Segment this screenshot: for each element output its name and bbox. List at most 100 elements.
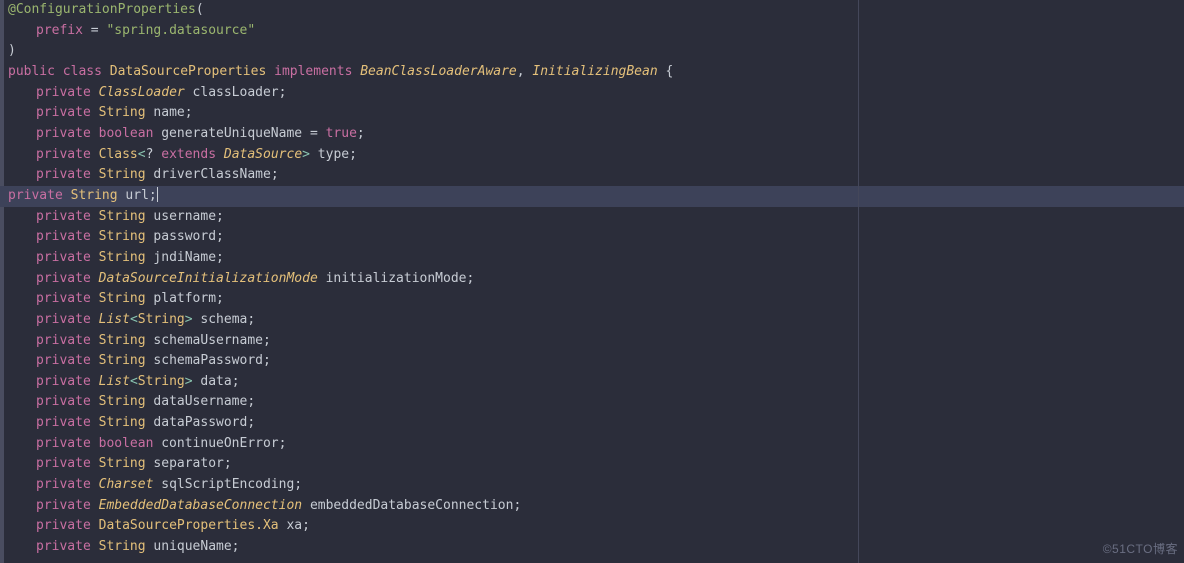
code-line[interactable]: private boolean continueOnError; [8, 434, 1184, 455]
token-angle: > [185, 312, 193, 327]
token-classn: String [99, 167, 146, 182]
token-key: private [36, 209, 99, 224]
token-class: List [99, 312, 130, 327]
editor-gutter [0, 0, 4, 563]
token-plain: ) [8, 43, 16, 58]
token-key: implements [274, 64, 360, 79]
token-class: ClassLoader [99, 85, 185, 100]
code-line[interactable]: private String dataPassword; [8, 413, 1184, 434]
token-plain: initializationMode; [318, 271, 475, 286]
code-line[interactable]: private String platform; [8, 289, 1184, 310]
code-editor[interactable]: @ConfigurationProperties(prefix = "sprin… [8, 0, 1184, 558]
token-angle: < [130, 374, 138, 389]
code-line[interactable]: private Class<? extends DataSource> type… [8, 145, 1184, 166]
token-plain: dataPassword; [146, 415, 256, 430]
token-plain: schema; [193, 312, 256, 327]
token-key: private [36, 456, 99, 471]
token-key: private [36, 229, 99, 244]
token-plain: { [658, 64, 674, 79]
token-classn: String [99, 250, 146, 265]
token-classn: String [99, 333, 146, 348]
code-line[interactable]: private String username; [8, 207, 1184, 228]
token-plain: separator; [146, 456, 232, 471]
token-key: private [36, 167, 99, 182]
token-key: private [36, 353, 99, 368]
token-class: EmbeddedDatabaseConnection [99, 498, 303, 513]
token-classn: String [99, 539, 146, 554]
code-line[interactable]: private List<String> schema; [8, 310, 1184, 331]
token-key: private [36, 105, 99, 120]
token-bool: true [326, 126, 357, 141]
token-classn: String [99, 291, 146, 306]
token-classn: DataSourceProperties [110, 64, 274, 79]
token-key: private [36, 147, 99, 162]
token-plain: name; [146, 105, 193, 120]
code-line[interactable]: @ConfigurationProperties( [8, 0, 1184, 21]
code-line[interactable]: private String name; [8, 103, 1184, 124]
token-angle: < [138, 147, 146, 162]
token-plain: schemaUsername; [146, 333, 271, 348]
token-key: private [36, 250, 99, 265]
token-classn: DataSourceProperties.Xa [99, 518, 279, 533]
token-key: private [36, 394, 99, 409]
token-key: extends [161, 147, 224, 162]
token-key: private [36, 312, 99, 327]
token-key: private [8, 188, 71, 203]
token-classn: String [99, 415, 146, 430]
code-line[interactable]: private String uniqueName; [8, 537, 1184, 558]
token-angle: > [185, 374, 193, 389]
token-plain: schemaPassword; [146, 353, 271, 368]
token-class: BeanClassLoaderAware [360, 64, 517, 79]
token-key: private [36, 333, 99, 348]
code-line[interactable]: prefix = "spring.datasource" [8, 21, 1184, 42]
token-classn: String [71, 188, 118, 203]
token-plain: sqlScriptEncoding; [153, 477, 302, 492]
token-classn: String [99, 105, 146, 120]
watermark: ©51CTO博客 [1103, 539, 1178, 560]
token-key: private [36, 518, 99, 533]
token-class: DataSource [224, 147, 302, 162]
code-line[interactable]: private DataSourceProperties.Xa xa; [8, 516, 1184, 537]
code-line[interactable]: private ClassLoader classLoader; [8, 83, 1184, 104]
token-classn: String [99, 353, 146, 368]
token-plain: type; [310, 147, 357, 162]
token-str: "spring.datasource" [106, 23, 255, 38]
code-line[interactable]: private String schemaUsername; [8, 331, 1184, 352]
token-plain: username; [146, 209, 224, 224]
token-key: private [36, 85, 99, 100]
token-plain: uniqueName; [146, 539, 240, 554]
code-line[interactable]: private Charset sqlScriptEncoding; [8, 475, 1184, 496]
token-plain: ; [357, 126, 365, 141]
token-plain: password; [146, 229, 224, 244]
code-line[interactable]: ) [8, 41, 1184, 62]
code-line[interactable]: private String separator; [8, 454, 1184, 475]
token-plain: ( [196, 2, 204, 17]
code-line[interactable]: private List<String> data; [8, 372, 1184, 393]
token-plain: url; [118, 188, 157, 203]
code-line[interactable]: private String dataUsername; [8, 392, 1184, 413]
code-line[interactable]: private String password; [8, 227, 1184, 248]
code-line[interactable]: private String jndiName; [8, 248, 1184, 269]
token-key: private [36, 291, 99, 306]
token-plain: generateUniqueName = [153, 126, 325, 141]
token-plain: classLoader; [185, 85, 287, 100]
code-line-active[interactable]: private String url; [0, 186, 1184, 207]
token-plain: jndiName; [146, 250, 224, 265]
token-classn: String [138, 312, 185, 327]
token-key: prefix [36, 23, 83, 38]
token-anno: @ConfigurationProperties [8, 2, 196, 17]
code-line[interactable]: private String driverClassName; [8, 165, 1184, 186]
editor-vertical-split[interactable] [858, 0, 859, 563]
token-classn: Class [99, 147, 138, 162]
text-caret-icon [157, 187, 158, 202]
token-classn: String [99, 394, 146, 409]
code-line[interactable]: private EmbeddedDatabaseConnection embed… [8, 496, 1184, 517]
code-line[interactable]: private DataSourceInitializationMode ini… [8, 269, 1184, 290]
token-class: InitializingBean [532, 64, 657, 79]
code-line[interactable]: private boolean generateUniqueName = tru… [8, 124, 1184, 145]
token-plain: embeddedDatabaseConnection; [302, 498, 521, 513]
token-key: private [36, 477, 99, 492]
token-plain: ? [146, 147, 162, 162]
code-line[interactable]: private String schemaPassword; [8, 351, 1184, 372]
code-line[interactable]: public class DataSourceProperties implem… [8, 62, 1184, 83]
